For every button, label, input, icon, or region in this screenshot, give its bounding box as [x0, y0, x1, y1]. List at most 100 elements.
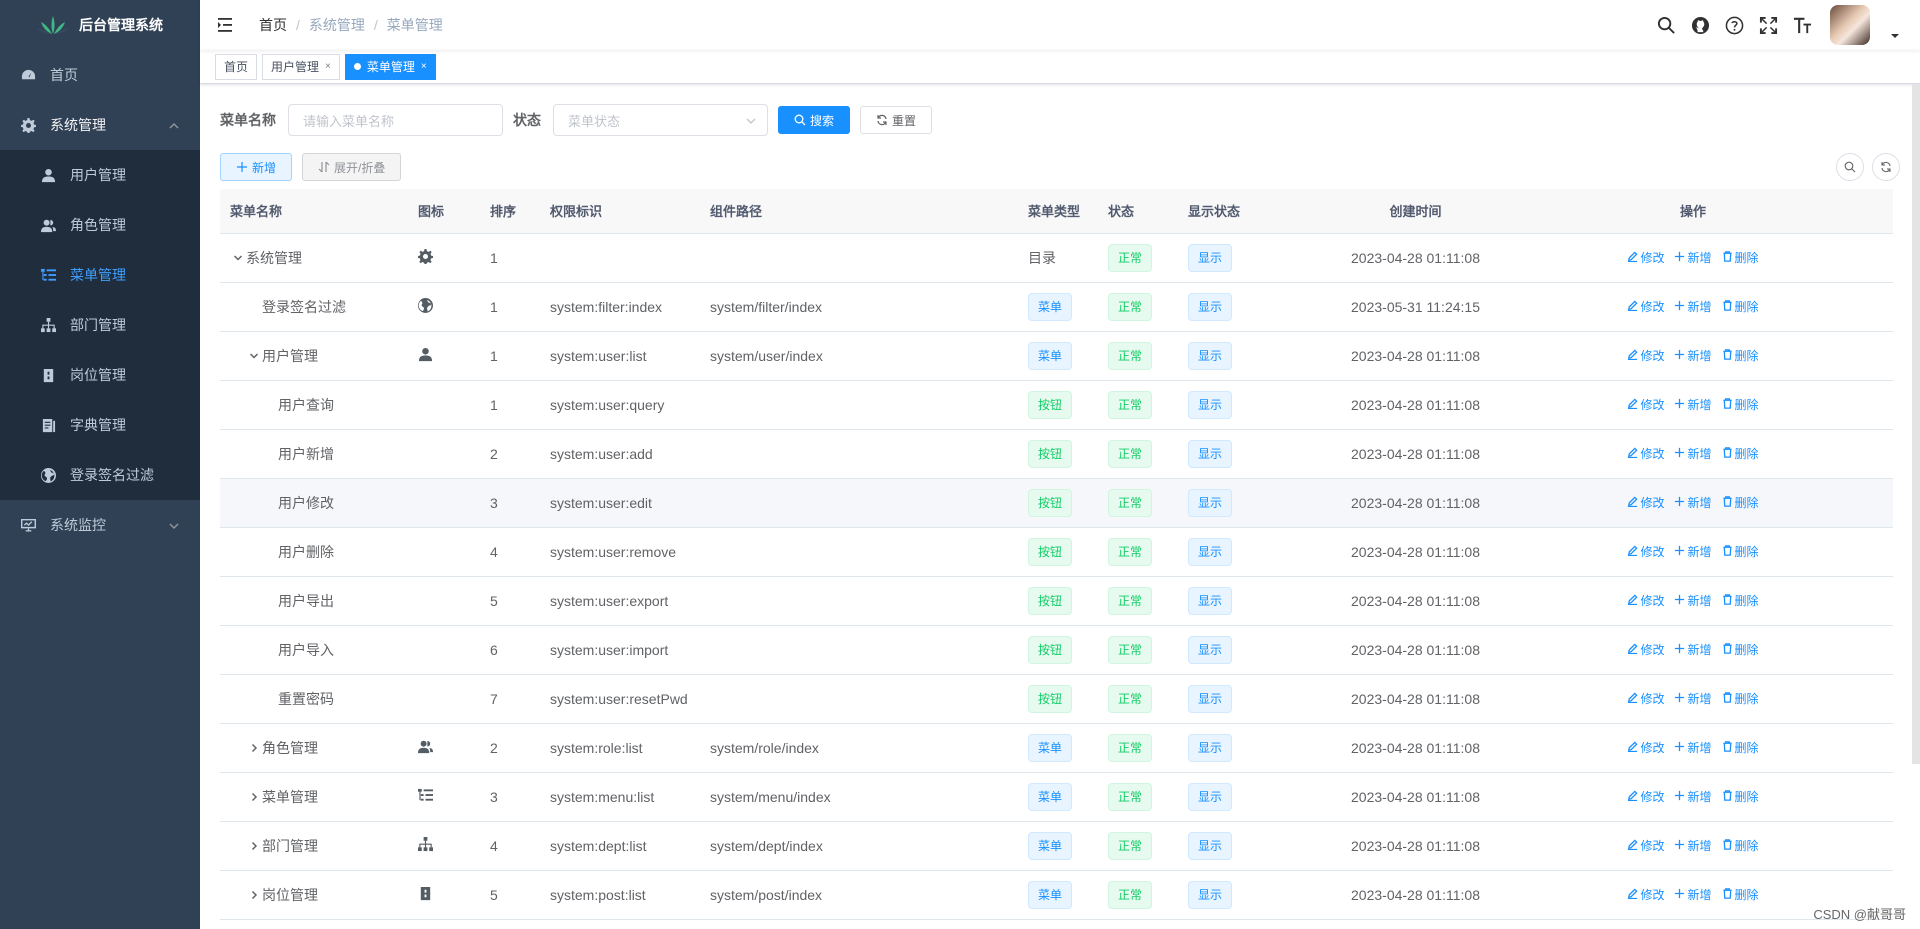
edit-button[interactable]: 修改: [1627, 543, 1664, 560]
edit-button[interactable]: 修改: [1627, 347, 1664, 364]
add-button[interactable]: 新增: [1674, 592, 1712, 609]
edit-button[interactable]: 修改: [1627, 788, 1664, 805]
sidebar-subitem-5[interactable]: 字典管理: [0, 400, 200, 450]
delete-button[interactable]: 删除: [1722, 347, 1759, 364]
delete-button[interactable]: 删除: [1722, 445, 1759, 462]
table-row[interactable]: 用户导入 6 system:user:import 按钮 正常 显示 2023-04-28 …: [220, 625, 1893, 675]
edit-button[interactable]: 修改: [1627, 886, 1664, 903]
chevron-down-icon[interactable]: [246, 348, 262, 364]
table-row[interactable]: 用户修改 3 system:user:edit 按钮 正常 显示 2023-04-28 01…: [220, 478, 1893, 528]
edit-button[interactable]: 修改: [1627, 739, 1664, 756]
chevron-right-icon[interactable]: [246, 740, 262, 756]
edit-button[interactable]: 修改: [1627, 249, 1664, 266]
tag-item[interactable]: 菜单管理 ×: [344, 53, 436, 80]
delete-button[interactable]: 删除: [1722, 886, 1759, 903]
sidebar-subitem-3[interactable]: 部门管理: [0, 300, 200, 350]
search-button[interactable]: 搜索: [778, 106, 851, 134]
tag-item[interactable]: 首页: [215, 53, 258, 80]
sidebar-subitem-2[interactable]: 菜单管理: [0, 250, 200, 300]
chevron-right-icon[interactable]: [246, 789, 262, 805]
font-size-icon[interactable]: [1792, 15, 1812, 35]
search-icon[interactable]: [1656, 15, 1676, 35]
table-row[interactable]: 岗位管理 5 system:post:list system/post/index 菜单…: [220, 870, 1893, 920]
edit-button[interactable]: 修改: [1627, 592, 1664, 609]
table-row[interactable]: 角色管理 2 system:role:list system/role/index 菜单…: [220, 723, 1893, 773]
edit-button[interactable]: 修改: [1627, 690, 1664, 707]
edit-icon: [1627, 250, 1639, 265]
delete-button[interactable]: 删除: [1722, 690, 1759, 707]
question-icon[interactable]: [1724, 15, 1744, 35]
delete-button[interactable]: 删除: [1722, 641, 1759, 658]
add-button[interactable]: 新增: [1674, 543, 1712, 560]
chevron-down-icon[interactable]: [230, 250, 246, 266]
edit-button[interactable]: 修改: [1627, 837, 1664, 854]
cell-icon: [408, 625, 480, 675]
sidebar-subitem-4[interactable]: 岗位管理: [0, 350, 200, 400]
sidebar-subitem-0[interactable]: 用户管理: [0, 150, 200, 200]
add-button[interactable]: 新增: [1674, 886, 1712, 903]
tag-item[interactable]: 用户管理 ×: [262, 53, 340, 80]
sidebar-item-1[interactable]: 系统管理: [0, 100, 200, 150]
table-row[interactable]: 用户查询 1 system:user:query 按钮 正常 显示 2023-04-28 0…: [220, 380, 1893, 430]
table-row[interactable]: 登录签名过滤 1 system:filter:index system/filter/…: [220, 282, 1893, 332]
add-button[interactable]: 新增: [1674, 788, 1712, 805]
chevron-right-icon[interactable]: [246, 838, 262, 854]
status-select[interactable]: 菜单状态: [553, 104, 768, 136]
delete-button[interactable]: 删除: [1722, 788, 1759, 805]
add-button[interactable]: 新增: [1674, 739, 1712, 756]
add-button[interactable]: 新增: [1674, 298, 1712, 315]
add-button[interactable]: 新增: [1674, 347, 1712, 364]
table-row[interactable]: 用户导出 5 system:user:export 按钮 正常 显示 2023-04-28 …: [220, 576, 1893, 626]
delete-button[interactable]: 删除: [1722, 396, 1759, 413]
caret-down-icon[interactable]: [1890, 28, 1900, 38]
edit-label: 修改: [1640, 251, 1665, 265]
table-row[interactable]: 部门管理 4 system:dept:list system/dept/index 菜单…: [220, 821, 1893, 871]
expand-collapse-label: 展开/折叠: [334, 160, 386, 175]
breadcrumb-item-home[interactable]: 首页: [259, 15, 287, 35]
close-icon[interactable]: ×: [421, 61, 427, 72]
delete-button[interactable]: 删除: [1722, 543, 1759, 560]
add-button[interactable]: 新增: [1674, 494, 1712, 511]
table-row[interactable]: 重置密码 7 system:user:resetPwd 按钮 正常 显示 2023-04-2…: [220, 674, 1893, 724]
edit-button[interactable]: 修改: [1627, 641, 1664, 658]
delete-button[interactable]: 删除: [1722, 837, 1759, 854]
github-icon[interactable]: [1690, 15, 1710, 35]
hamburger-icon[interactable]: [217, 15, 237, 35]
edit-button[interactable]: 修改: [1627, 494, 1664, 511]
expand-collapse-button[interactable]: 展开/折叠: [302, 153, 402, 181]
delete-button[interactable]: 删除: [1722, 298, 1759, 315]
sidebar-item-2[interactable]: 系统监控: [0, 500, 200, 550]
table-row[interactable]: 用户管理 1 system:user:list system/user/index 菜单…: [220, 331, 1893, 381]
toggle-search-button[interactable]: [1836, 153, 1864, 181]
scrollbar[interactable]: [1912, 84, 1920, 764]
table-row[interactable]: 用户新增 2 system:user:add 按钮 正常 显示 2023-04-28 01:…: [220, 429, 1893, 479]
delete-button[interactable]: 删除: [1722, 249, 1759, 266]
add-button[interactable]: 新增: [1674, 445, 1712, 462]
sidebar-subitem-6[interactable]: 登录签名过滤: [0, 450, 200, 500]
delete-button[interactable]: 删除: [1722, 592, 1759, 609]
fullscreen-icon[interactable]: [1758, 15, 1778, 35]
delete-button[interactable]: 删除: [1722, 739, 1759, 756]
table-row[interactable]: 系统管理 1 目录 正常 显示 2023-04-28 01:11:08 修改 新增 删除: [220, 233, 1893, 283]
chevron-right-icon[interactable]: [246, 887, 262, 903]
add-button[interactable]: 新增: [1674, 837, 1712, 854]
add-button[interactable]: 新增: [220, 153, 293, 181]
table-row[interactable]: 用户删除 4 system:user:remove 按钮 正常 显示 2023-04-28 …: [220, 527, 1893, 577]
edit-button[interactable]: 修改: [1627, 445, 1664, 462]
sidebar-logo[interactable]: 后台管理系统: [0, 0, 200, 50]
add-button[interactable]: 新增: [1674, 249, 1712, 266]
add-button[interactable]: 新增: [1674, 690, 1712, 707]
delete-button[interactable]: 删除: [1722, 494, 1759, 511]
sidebar-subitem-1[interactable]: 角色管理: [0, 200, 200, 250]
add-button[interactable]: 新增: [1674, 396, 1712, 413]
add-button[interactable]: 新增: [1674, 641, 1712, 658]
table-row[interactable]: 菜单管理 3 system:menu:list system/menu/index 菜单…: [220, 772, 1893, 822]
reset-button[interactable]: 重置: [860, 106, 933, 134]
edit-button[interactable]: 修改: [1627, 396, 1664, 413]
avatar[interactable]: [1830, 5, 1870, 45]
menu-name-input[interactable]: 请输入菜单名称: [288, 104, 503, 136]
close-icon[interactable]: ×: [325, 61, 331, 72]
sidebar-item-0[interactable]: 首页: [0, 50, 200, 100]
edit-button[interactable]: 修改: [1627, 298, 1664, 315]
refresh-button[interactable]: [1872, 153, 1900, 181]
